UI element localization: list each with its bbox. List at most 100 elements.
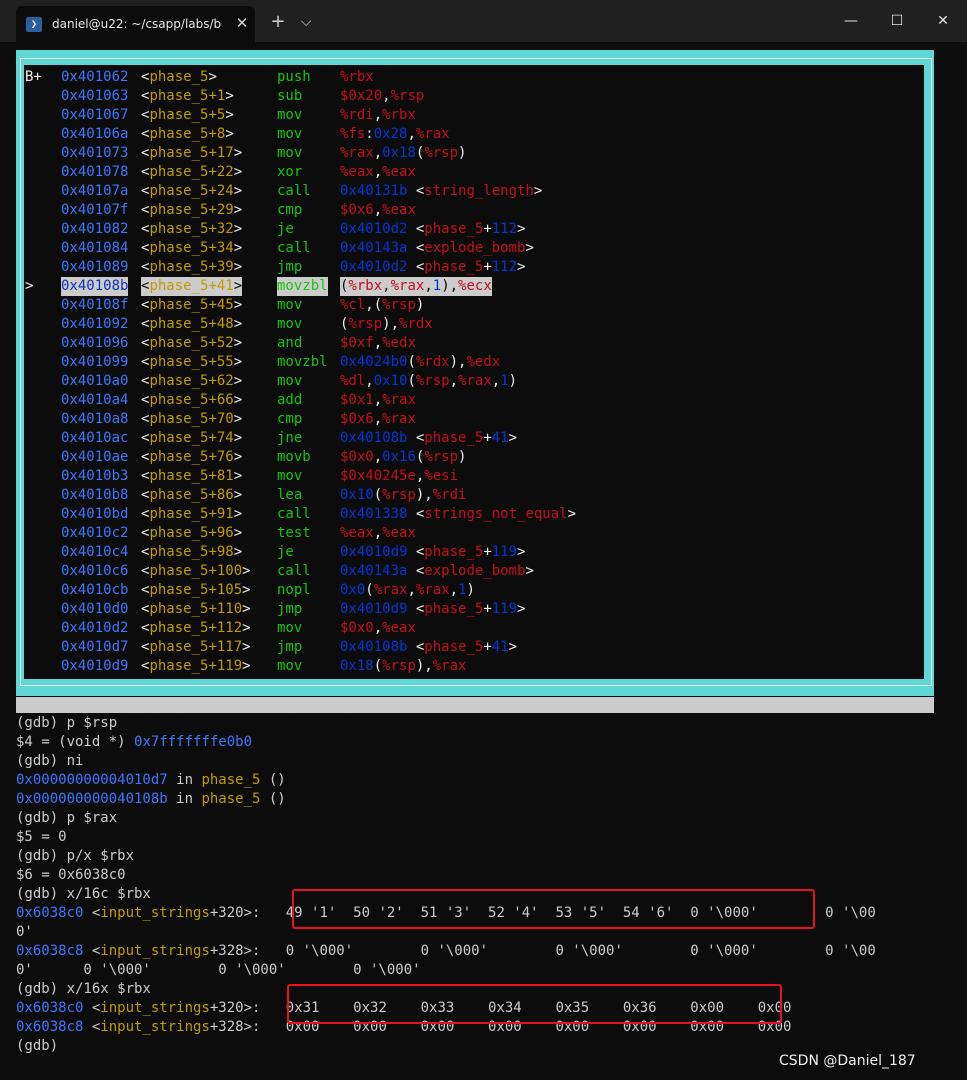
asm-row[interactable]: 0x401073 <phase_5+17> mov %rax,0x18(%rsp) [25, 144, 925, 163]
asm-row[interactable]: 0x401099 <phase_5+55> movzbl 0x4024b0(%rdx)… [25, 353, 925, 372]
asm-mnemonic: je [277, 544, 294, 560]
asm-operand-token: $0x6 [340, 411, 374, 427]
asm-row[interactable]: 0x4010cb <phase_5+105> nopl 0x0(%rax,%rax,1… [25, 581, 925, 600]
console-token: $6 = 0x6038c0 [16, 867, 126, 883]
asm-row[interactable]: 0x4010a0 <phase_5+62> mov %dl,0x10(%rsp,%ra… [25, 372, 925, 391]
asm-symbol-name: phase_5 [149, 658, 209, 674]
asm-row[interactable]: 0x4010b3 <phase_5+81> mov $0x40245e,%esi [25, 467, 925, 486]
asm-address: 0x4010ae [61, 449, 129, 465]
asm-symbol: <phase_5+62> [141, 372, 242, 391]
asm-mnemonic: xor [277, 164, 303, 180]
asm-row[interactable]: 0x401084 <phase_5+34> call 0x40143a <explod… [25, 239, 925, 258]
tab-close-button[interactable]: ✕ [233, 13, 251, 33]
asm-symbol-name: phase_5 [149, 544, 209, 560]
asm-row[interactable]: 0x401078 <phase_5+22> xor %eax,%eax [25, 163, 925, 182]
asm-operand-token: > [517, 259, 526, 275]
asm-row[interactable]: 0x4010c2 <phase_5+96> test %eax,%eax [25, 524, 925, 543]
asm-row[interactable]: 0x4010d2 <phase_5+112> mov $0x0,%eax [25, 619, 925, 638]
asm-operand-token: %eax [340, 164, 374, 180]
asm-operand-token: < [407, 639, 425, 655]
asm-symbol: <phase_5+76> [141, 448, 242, 467]
asm-symbol-offset: +112 [208, 620, 243, 636]
asm-row[interactable]: 0x4010d7 <phase_5+117> jmp 0x40108b <phase_… [25, 638, 925, 657]
asm-row[interactable]: 0x401092 <phase_5+48> mov (%rsp),%rdx [25, 315, 925, 334]
asm-row[interactable]: 0x4010c4 <phase_5+98> je 0x4010d9 <phase_5+… [25, 543, 925, 562]
asm-row[interactable]: 0x40108f <phase_5+45> mov %cl,(%rsp) [25, 296, 925, 315]
asm-operand-token: %rdx [415, 354, 450, 370]
asm-operand-token: + [483, 601, 492, 617]
asm-row[interactable]: 0x4010ac <phase_5+74> jne 0x40108b <phase_5… [25, 429, 925, 448]
asm-row[interactable]: 0x4010d0 <phase_5+110> jmp 0x4010d9 <phase_… [25, 600, 925, 619]
asm-marker: B+ [25, 69, 42, 85]
asm-operand-token: %fs [340, 126, 366, 142]
console-token: $4 = (void *) [16, 734, 135, 750]
asm-operands: %cl,(%rsp) [340, 296, 424, 315]
tab-dropdown-button[interactable]: ⌵ [292, 8, 320, 36]
asm-operand-token: explode_bomb [424, 563, 526, 579]
asm-symbol-close: > [233, 487, 243, 503]
asm-symbol-close: > [242, 601, 251, 617]
asm-row[interactable]: 0x4010a4 <phase_5+66> add $0x1,%rax [25, 391, 925, 410]
asm-mnemonic: jne [277, 430, 303, 446]
asm-row[interactable]: >0x40108b <phase_5+41> movzbl (%rbx,%rax,1)… [25, 277, 925, 296]
maximize-button[interactable]: ☐ [874, 0, 920, 42]
asm-operand-token: 112 [491, 259, 518, 275]
asm-listing[interactable]: B+ 0x401062 <phase_5> push %rbx 0x401063 <phas… [25, 68, 925, 676]
asm-mnemonic: mov [277, 316, 303, 332]
asm-operand-token: ( [365, 582, 374, 598]
asm-symbol-name: phase_5 [149, 145, 209, 161]
asm-symbol-name: phase_5 [149, 601, 209, 617]
asm-operand-token: %rsp [390, 88, 425, 104]
asm-operand-token: : [365, 126, 374, 142]
asm-row[interactable]: 0x401063 <phase_5+1> sub $0x20,%rsp [25, 87, 925, 106]
asm-operands: %dl,0x10(%rsp,%rax,1) [340, 372, 517, 391]
asm-row[interactable]: 0x4010b8 <phase_5+86> lea 0x10(%rsp),%rdi [25, 486, 925, 505]
asm-operand-token: , [373, 335, 383, 351]
asm-symbol-name: phase_5 [149, 335, 209, 351]
asm-operands: $0x0,0x16(%rsp) [340, 448, 466, 467]
new-tab-button[interactable]: + [264, 8, 292, 36]
asm-symbol: <phase_5+96> [141, 524, 242, 543]
close-window-button[interactable]: ✕ [920, 0, 966, 42]
console-token: input_strings [100, 1019, 210, 1035]
asm-row[interactable]: 0x4010bd <phase_5+91> call 0x401338 <string… [25, 505, 925, 524]
asm-symbol: <phase_5+86> [141, 486, 242, 505]
asm-row[interactable]: 0x4010d9 <phase_5+119> mov 0x18(%rsp),%rax [25, 657, 925, 676]
console-token: 0x6038c0 [16, 905, 84, 921]
asm-row[interactable]: 0x4010ae <phase_5+76> movb $0x0,0x16(%rsp) [25, 448, 925, 467]
asm-row[interactable]: B+ 0x401062 <phase_5> push %rbx [25, 68, 925, 87]
asm-symbol-name: phase_5 [149, 582, 209, 598]
asm-row[interactable]: 0x4010c6 <phase_5+100> call 0x40143a <explo… [25, 562, 925, 581]
asm-symbol-name: phase_5 [149, 449, 209, 465]
asm-address: 0x4010a4 [61, 392, 129, 408]
console-line: (gdb) p/x $rbx [16, 847, 951, 866]
asm-symbol-name: phase_5 [149, 430, 209, 446]
asm-operand-token: 0x40108b [340, 430, 408, 446]
asm-operand-token: 0x10 [340, 487, 374, 503]
asm-row[interactable]: 0x4010a8 <phase_5+70> cmp $0x6,%rax [25, 410, 925, 429]
asm-row[interactable]: 0x40106a <phase_5+8> mov %fs:0x28,%rax [25, 125, 925, 144]
asm-row[interactable]: 0x40107f <phase_5+29> cmp $0x6,%eax [25, 201, 925, 220]
asm-address: 0x401067 [61, 107, 129, 123]
asm-operand-token: ) [458, 449, 467, 465]
asm-row[interactable]: 0x401067 <phase_5+5> mov %rdi,%rbx [25, 106, 925, 125]
asm-row[interactable]: 0x401089 <phase_5+39> jmp 0x4010d2 <phase_5… [25, 258, 925, 277]
asm-row[interactable]: 0x401082 <phase_5+32> je 0x4010d2 <phase_5+… [25, 220, 925, 239]
asm-row[interactable]: 0x40107a <phase_5+24> call 0x40131b <string… [25, 182, 925, 201]
minimize-button[interactable]: — [828, 0, 874, 42]
asm-operands: $0xf,%edx [340, 334, 416, 353]
asm-operand-token: > [508, 430, 518, 446]
asm-operand-token: 1 [432, 278, 442, 294]
asm-symbol: <phase_5+117> [141, 638, 251, 657]
asm-symbol-name: phase_5 [149, 126, 209, 142]
asm-row[interactable]: 0x401096 <phase_5+52> and $0xf,%edx [25, 334, 925, 353]
asm-symbol: <phase_5+41> [141, 277, 243, 296]
asm-symbol-close: > [233, 297, 243, 313]
asm-operand-token: phase_5 [424, 430, 484, 446]
terminal-tab[interactable]: ❯ daniel@u22: ~/csapp/labs/bo ✕ [16, 6, 255, 42]
asm-symbol-offset: +8 [208, 126, 226, 142]
asm-symbol-offset: +48 [208, 316, 234, 332]
asm-operand-token: 0x16 [382, 449, 416, 465]
asm-operand-token: , [373, 620, 383, 636]
asm-symbol-close: > [233, 544, 243, 560]
